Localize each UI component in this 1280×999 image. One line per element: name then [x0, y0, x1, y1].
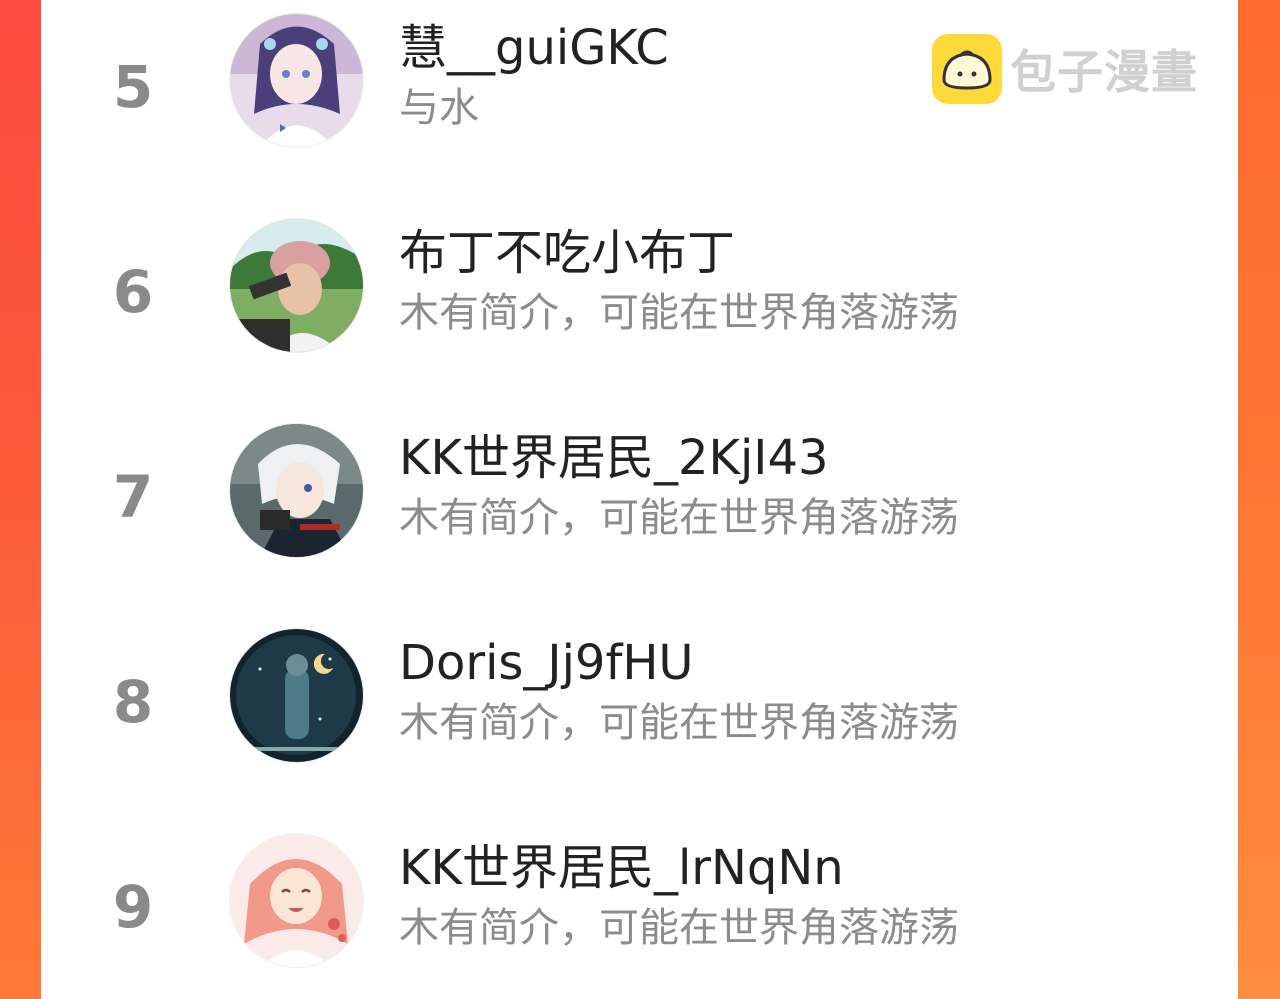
user-name[interactable]: KK世界居民_lrNqNn	[399, 844, 844, 892]
bun-face-icon	[932, 34, 1002, 104]
user-name[interactable]: 布丁不吃小布丁	[399, 229, 735, 277]
watermark: 包子漫畫	[932, 34, 1198, 104]
user-name[interactable]: 慧__guiGKC	[399, 24, 669, 72]
watermark-text: 包子漫畫	[1010, 45, 1198, 99]
leaderboard-row[interactable]: 6 布丁不吃小布丁 木有简介，可能在世界角落游荡	[41, 217, 1238, 367]
avatar-anime-boy-icon[interactable]	[230, 424, 363, 557]
leaderboard-row[interactable]: 8 Doris_Jj9fHU 木有简介，可能在世界角落游荡	[41, 627, 1238, 777]
rank-number: 5	[112, 53, 154, 121]
avatar-anime-girl-icon[interactable]	[230, 14, 363, 147]
user-name[interactable]: KK世界居民_2KjI43	[399, 434, 829, 482]
app-frame: 5 慧__guiGKC 与水 6 布丁不吃小布丁 木有简介，可能在世界角落游荡 …	[0, 0, 1280, 999]
leaderboard-row[interactable]: 7 KK世界居民_2KjI43 木有简介，可能在世界角落游荡	[41, 422, 1238, 572]
user-bio: 木有简介，可能在世界角落游荡	[399, 495, 959, 541]
rank-number: 6	[112, 258, 154, 326]
avatar-anime-smile-icon[interactable]	[230, 834, 363, 967]
leaderboard-panel: 5 慧__guiGKC 与水 6 布丁不吃小布丁 木有简介，可能在世界角落游荡 …	[41, 0, 1238, 999]
user-bio: 木有简介，可能在世界角落游荡	[399, 700, 959, 746]
rank-number: 9	[112, 873, 154, 941]
user-bio: 木有简介，可能在世界角落游荡	[399, 905, 959, 951]
rank-number: 7	[112, 463, 154, 531]
avatar-photo-helmet-icon[interactable]	[230, 219, 363, 352]
user-bio: 与水	[399, 85, 479, 131]
avatar-poster-icon[interactable]	[230, 629, 363, 762]
user-bio: 木有简介，可能在世界角落游荡	[399, 290, 959, 336]
user-name[interactable]: Doris_Jj9fHU	[399, 639, 694, 687]
leaderboard-row[interactable]: 9 KK世界居民_lrNqNn 木有简介，可能在世界角落游荡	[41, 832, 1238, 982]
rank-number: 8	[112, 668, 154, 736]
